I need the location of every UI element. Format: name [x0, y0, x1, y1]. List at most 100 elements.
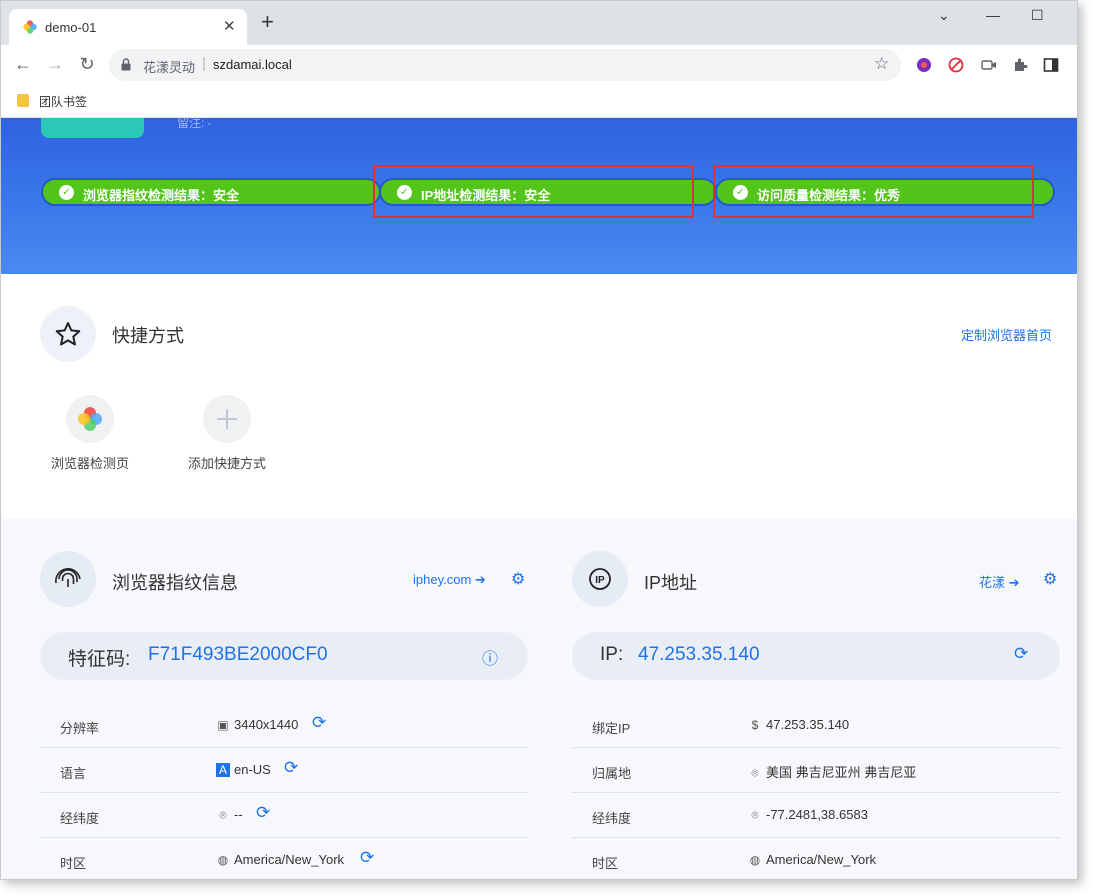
reload-icon[interactable]: ↻ — [76, 53, 98, 75]
highlight-box — [713, 165, 1034, 218]
fingerprint-code-value: F71F493BE2000CF0 — [148, 644, 328, 665]
table-row: 绑定IP $47.253.35.140 — [572, 703, 1060, 748]
iphey-link[interactable]: iphey.com ➔ — [413, 572, 486, 588]
divider: | — [202, 55, 206, 72]
browser-window: demo-01 ✕ + ⌄ — ☐ ← → ↻ 花漾灵动 | szdamai.l… — [0, 0, 1078, 880]
row-value: ◍ America/New_York — [749, 852, 877, 867]
block-icon[interactable] — [948, 57, 964, 73]
shortcuts-icon — [40, 306, 96, 362]
fingerprint-icon — [40, 551, 96, 607]
table-row: 时区 ◍ America/New_York — [572, 838, 1060, 879]
refresh-icon[interactable]: ⟳ — [256, 803, 270, 823]
shortcut-label: 浏览器检测页 — [50, 456, 129, 471]
chevron-down-icon[interactable]: ⌄ — [938, 7, 950, 24]
row-value: ⌾ -- — [216, 807, 242, 823]
extension-logo-icon[interactable] — [916, 57, 932, 73]
back-arrow-icon[interactable]: ← — [12, 53, 34, 75]
ip-icon: IP — [572, 551, 628, 607]
lock-icon — [121, 58, 131, 71]
row-value: ⌾ -77.2481,38.6583 — [748, 807, 868, 823]
location-pin-icon: ⌾ — [751, 808, 759, 822]
highlight-box — [373, 165, 694, 218]
row-label: 时区 — [60, 856, 87, 871]
customize-homepage-link[interactable]: 定制浏览器首页 — [961, 325, 1052, 344]
row-label: 时区 — [592, 856, 619, 871]
folder-icon — [17, 94, 29, 107]
browser-tab[interactable]: demo-01 ✕ — [9, 9, 247, 45]
fingerprint-check-pill: ✓ 浏览器指纹检测结果：安全 — [41, 178, 381, 206]
globe-icon: ◍ — [749, 853, 761, 867]
arrow-right-circle-icon: ➔ — [1008, 575, 1020, 590]
check-icon: ✓ — [59, 185, 74, 200]
banner-note: 留注: - — [177, 118, 212, 130]
refresh-icon[interactable]: ⟳ — [284, 758, 298, 778]
status-banner: 留注: - ✓ 浏览器指纹检测结果：安全 ✓ IP地址检测结果：安全 ✓ 访问质… — [1, 118, 1077, 274]
svg-text:IP: IP — [595, 575, 605, 586]
fingerprint-code-bar: 特征码: F71F493BE2000CF0 ⓘ — [40, 632, 528, 680]
side-panel-icon[interactable] — [1043, 57, 1059, 73]
close-icon[interactable]: ✕ — [223, 17, 236, 35]
refresh-icon[interactable]: ⟳ — [360, 848, 374, 868]
video-camera-icon[interactable] — [981, 57, 997, 73]
flower-icon — [78, 407, 102, 431]
row-label: 语言 — [60, 766, 87, 781]
logo-box — [41, 118, 144, 138]
table-row: 经纬度 ⌾ -- ⟳ — [40, 793, 528, 838]
shortcut-label: 添加快捷方式 — [187, 456, 266, 471]
page-content: 留注: - ✓ 浏览器指纹检测结果：安全 ✓ IP地址检测结果：安全 ✓ 访问质… — [1, 118, 1077, 879]
site-name: 花漾灵动 — [143, 60, 196, 75]
maximize-button[interactable]: ☐ — [1031, 7, 1044, 24]
flower-icon — [23, 20, 37, 34]
star-outline-icon — [55, 322, 81, 346]
huayang-link[interactable]: 花漾 ➔ — [979, 572, 1020, 591]
shortcuts-title: 快捷方式 — [112, 326, 184, 346]
dollar-circle-icon: $ — [751, 718, 759, 732]
gear-icon[interactable]: ⚙ — [511, 569, 525, 589]
row-value: ▣ 3440x1440 — [217, 717, 299, 732]
globe-icon: ◍ — [217, 853, 229, 867]
ip-code-bar: IP: 47.253.35.140 ⟳ — [572, 632, 1060, 680]
add-shortcut-button[interactable]: 添加快捷方式 — [177, 395, 277, 472]
toolbar: ← → ↻ 花漾灵动 | szdamai.local ☆ — [1, 45, 1077, 85]
ip-code-value: 47.253.35.140 — [638, 644, 760, 665]
arrow-right-circle-icon: ➔ — [474, 572, 486, 587]
table-row: 归属地 ⌾ 美国 弗吉尼亚州 弗吉尼亚 — [572, 748, 1060, 793]
row-label: 经纬度 — [592, 811, 632, 826]
bookmarks-bar: 团队书签 — [1, 85, 1077, 118]
url-text[interactable]: szdamai.local — [213, 57, 292, 72]
row-value: ◍ America/New_York — [217, 852, 345, 867]
address-bar[interactable]: 花漾灵动 | szdamai.local ☆ — [109, 49, 901, 81]
shortcut-browser-check[interactable]: 浏览器检测页 — [40, 395, 140, 472]
puzzle-icon[interactable] — [1012, 57, 1028, 73]
row-value: Aen-US — [216, 762, 271, 777]
code-label: IP: — [600, 644, 624, 665]
ip-title: IP地址 — [644, 573, 698, 593]
forward-arrow-icon[interactable]: → — [44, 53, 66, 75]
code-label: 特征码: — [68, 649, 131, 670]
row-label: 归属地 — [592, 766, 632, 781]
table-row: 经纬度 ⌾ -77.2481,38.6583 — [572, 793, 1060, 838]
refresh-icon[interactable]: ⟳ — [1014, 644, 1028, 664]
translate-icon: A — [216, 763, 230, 777]
fingerprint-check-label: 浏览器指纹检测结果：安全 — [83, 188, 240, 203]
refresh-icon[interactable]: ⟳ — [312, 713, 326, 733]
new-tab-button[interactable]: + — [261, 11, 274, 33]
row-value: ⌾ 美国 弗吉尼亚州 弗吉尼亚 — [748, 762, 916, 781]
row-label: 分辨率 — [60, 721, 100, 736]
minimize-button[interactable]: — — [986, 7, 1000, 23]
location-pin-icon: ⌾ — [219, 808, 227, 822]
bookmark-folder[interactable]: 团队书签 — [39, 93, 87, 110]
fingerprint-title: 浏览器指纹信息 — [112, 573, 238, 593]
row-value: $47.253.35.140 — [748, 717, 849, 732]
table-row: 时区 ◍ America/New_York ⟳ — [40, 838, 528, 879]
monitor-icon: ▣ — [217, 718, 229, 732]
table-row: 分辨率 ▣ 3440x1440 ⟳ — [40, 703, 528, 748]
tab-title: demo-01 — [45, 20, 97, 35]
info-icon[interactable]: ⓘ — [482, 645, 498, 669]
tab-strip: demo-01 ✕ + ⌄ — ☐ — [1, 1, 1077, 45]
info-section: 浏览器指纹信息 iphey.com ➔ ⚙ 特征码: F71F493BE2000… — [1, 519, 1077, 879]
table-row: 语言 Aen-US ⟳ — [40, 748, 528, 793]
gear-icon[interactable]: ⚙ — [1043, 569, 1057, 589]
plus-icon — [217, 409, 237, 429]
star-icon[interactable]: ☆ — [874, 54, 889, 74]
